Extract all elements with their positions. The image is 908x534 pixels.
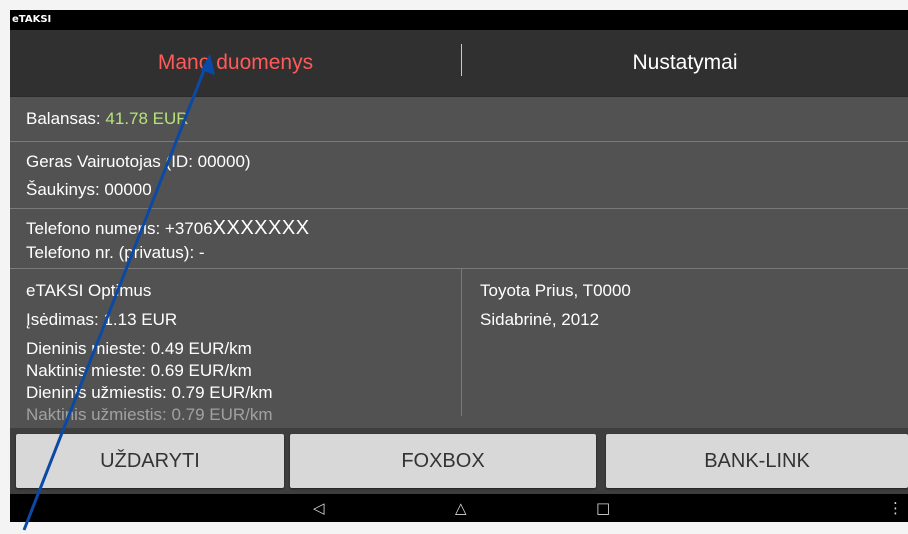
- tariff-boarding: Įsėdimas: 1.13 EUR: [26, 310, 178, 329]
- tariff-car-row: eTAKSI Optimus Įsėdimas: 1.13 EUR Dienin…: [10, 269, 908, 428]
- tariff-day-city: Dieninis mieste: 0.49 EUR/km: [26, 339, 252, 358]
- driver-name: Geras Vairuotojas (ID: 00000): [26, 152, 251, 171]
- overflow-menu-icon[interactable]: ⋮: [888, 494, 903, 522]
- balance-line: Balansas: 41.78 EUR: [26, 109, 189, 129]
- balance-row: Balansas: 41.78 EUR: [10, 96, 908, 142]
- tariff-day-suburb: Dieninis užmiestis: 0.79 EUR/km: [26, 383, 273, 402]
- app-screen: eTAKSI Mano duomenys Nustatymai Balansas…: [10, 10, 908, 522]
- action-bar: UŽDARYTI FOXBOX BANK-LINK: [10, 428, 908, 494]
- phone-row: Telefono numeris: +3706XXXXXXX Telefono …: [10, 209, 908, 269]
- status-bar: eTAKSI: [10, 10, 908, 30]
- tariff-night-city: Naktinis mieste: 0.69 EUR/km: [26, 361, 252, 380]
- car-color-year: Sidabrinė, 2012: [480, 310, 600, 329]
- tariff-name: eTAKSI Optimus: [26, 281, 152, 300]
- tab-settings[interactable]: Nustatymai: [462, 30, 908, 96]
- tariff-night-suburb: Naktinis užmiestis: 0.79 EUR/km: [26, 405, 273, 424]
- bank-link-button[interactable]: BANK-LINK: [606, 434, 908, 488]
- driver-callsign: Šaukinys: 00000: [26, 180, 152, 199]
- tab-bar: Mano duomenys Nustatymai: [10, 30, 908, 97]
- home-icon[interactable]: △: [455, 494, 467, 522]
- balance-label: Balansas:: [26, 109, 101, 128]
- close-button[interactable]: UŽDARYTI: [16, 434, 284, 488]
- balance-value: 41.78 EUR: [105, 109, 189, 128]
- navigation-bar: ◁ △ □ ⋮: [10, 494, 908, 522]
- driver-row: Geras Vairuotojas (ID: 00000) Šaukinys: …: [10, 142, 908, 209]
- car-model: Toyota Prius, T0000: [480, 281, 631, 300]
- app-title: eTAKSI: [12, 14, 52, 25]
- tab-my-data[interactable]: Mano duomenys: [10, 30, 461, 96]
- phone-masked-number: XXXXXXX: [212, 217, 310, 239]
- phone-private: Telefono nr. (privatus): -: [26, 243, 205, 262]
- column-divider: [461, 269, 462, 416]
- phone-line: Telefono numeris: +3706XXXXXXX: [26, 217, 310, 240]
- recents-icon[interactable]: □: [596, 494, 610, 522]
- foxbox-button[interactable]: FOXBOX: [290, 434, 596, 488]
- back-icon[interactable]: ◁: [313, 494, 325, 522]
- phone-label: Telefono numeris: +3706: [26, 219, 213, 238]
